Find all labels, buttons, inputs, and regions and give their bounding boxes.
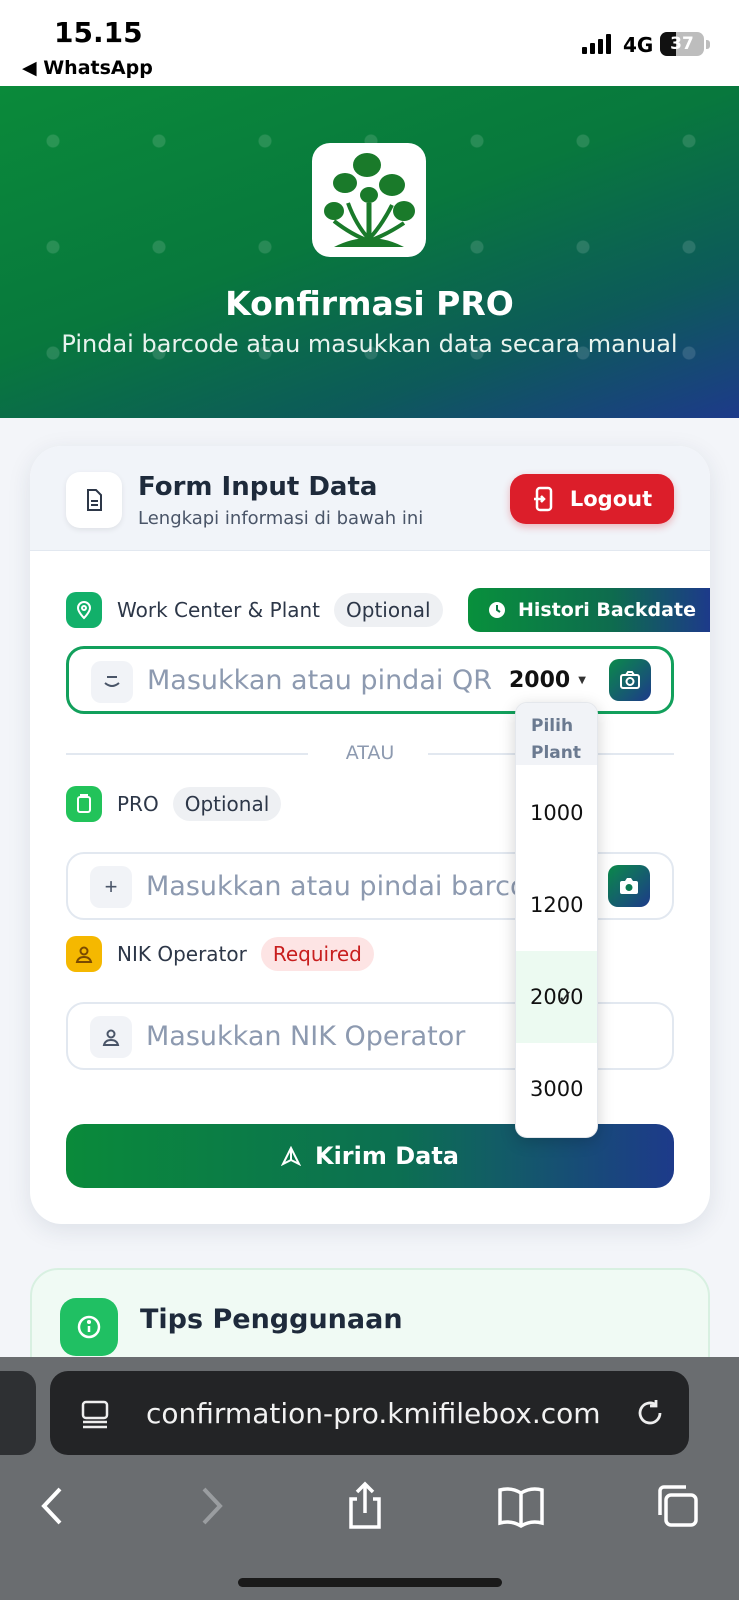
user-icon — [90, 1016, 132, 1058]
scan-work-center-button[interactable] — [609, 659, 651, 701]
plant-option-selected[interactable]: 2000 ✓ — [516, 951, 597, 1043]
tips-title: Tips Penggunaan — [140, 1304, 403, 1335]
pro-input[interactable] — [146, 854, 546, 918]
plant-option[interactable]: 1000 — [516, 767, 597, 859]
status-bar: 15.15 ◀ WhatsApp 4G 37 — [0, 0, 739, 86]
page-subtitle: Pindai barcode atau masukkan data secara… — [61, 330, 678, 358]
logout-label: Logout — [569, 487, 653, 511]
info-icon — [60, 1298, 118, 1356]
location-pin-icon — [66, 592, 102, 628]
histori-backdate-button[interactable]: Histori Backdate — [468, 588, 710, 632]
nik-label-row: NIK Operator Required — [66, 936, 374, 972]
plant-select-value: 2000 — [509, 667, 571, 693]
status-time: 15.15 — [54, 16, 143, 49]
plus-icon: + — [90, 866, 132, 908]
optional-badge: Optional — [172, 787, 282, 821]
network-type: 4G — [623, 33, 654, 57]
optional-badge: Optional — [334, 593, 443, 627]
back-icon[interactable] — [28, 1481, 78, 1531]
forward-icon[interactable] — [186, 1481, 236, 1531]
battery-icon: 37 — [660, 32, 704, 56]
signal-icon — [582, 34, 611, 54]
work-center-input[interactable] — [147, 649, 497, 711]
pro-label: PRO — [117, 792, 159, 816]
checkmark-icon: ✓ — [558, 987, 574, 1008]
logout-icon — [533, 486, 553, 512]
url-text: confirmation-pro.kmifilebox.com — [146, 1397, 601, 1430]
home-indicator — [238, 1578, 502, 1587]
app-logo — [312, 143, 426, 257]
work-center-label-row: Work Center & Plant Optional — [66, 592, 443, 628]
form-subtitle: Lengkapi informasi di bawah ini — [138, 508, 424, 529]
share-icon[interactable] — [340, 1481, 390, 1531]
plant-option-label: 2000 — [530, 985, 584, 1009]
camera-icon — [620, 671, 640, 689]
reload-icon[interactable] — [634, 1397, 666, 1429]
tabs-icon[interactable] — [652, 1481, 702, 1531]
submit-label: Kirim Data — [314, 1142, 460, 1170]
user-icon — [66, 936, 102, 972]
logout-button[interactable]: Logout — [510, 474, 674, 524]
camera-icon — [620, 878, 638, 894]
bookmarks-icon[interactable] — [496, 1481, 546, 1531]
page-title: Konfirmasi PRO — [225, 284, 514, 323]
plant-dropdown-header: Pilih Plant — [516, 703, 597, 765]
required-badge: Required — [260, 937, 374, 971]
plant-dropdown: Pilih Plant 1000 1200 2000 ✓ 3000 — [515, 702, 598, 1138]
battery-level: 37 — [670, 34, 694, 54]
histori-backdate-label: Histori Backdate — [518, 599, 696, 621]
chevron-down-icon: ▼ — [578, 674, 586, 686]
plant-option[interactable]: 3000 — [516, 1043, 597, 1135]
address-bar[interactable]: confirmation-pro.kmifilebox.com — [50, 1371, 689, 1455]
reader-icon[interactable] — [80, 1399, 110, 1429]
document-icon — [66, 472, 122, 528]
qr-icon — [91, 661, 133, 703]
nik-label: NIK Operator — [117, 942, 247, 966]
clipboard-icon — [66, 786, 102, 822]
previous-tab-preview[interactable] — [0, 1371, 36, 1455]
pro-label-row: PRO Optional — [66, 786, 282, 822]
work-center-label: Work Center & Plant — [117, 598, 321, 622]
scan-pro-button[interactable] — [608, 865, 650, 907]
browser-toolbar: confirmation-pro.kmifilebox.com — [0, 1357, 739, 1600]
plant-option[interactable]: 1200 — [516, 859, 597, 951]
send-icon — [280, 1146, 301, 1166]
form-card: Form Input Data Lengkapi informasi di ba… — [30, 446, 710, 1224]
form-card-header: Form Input Data Lengkapi informasi di ba… — [30, 446, 710, 551]
form-title: Form Input Data — [138, 472, 378, 502]
back-to-app-link[interactable]: ◀ WhatsApp — [22, 57, 153, 79]
clock-icon — [489, 602, 505, 618]
hero-banner: Konfirmasi PRO Pindai barcode atau masuk… — [0, 86, 739, 418]
